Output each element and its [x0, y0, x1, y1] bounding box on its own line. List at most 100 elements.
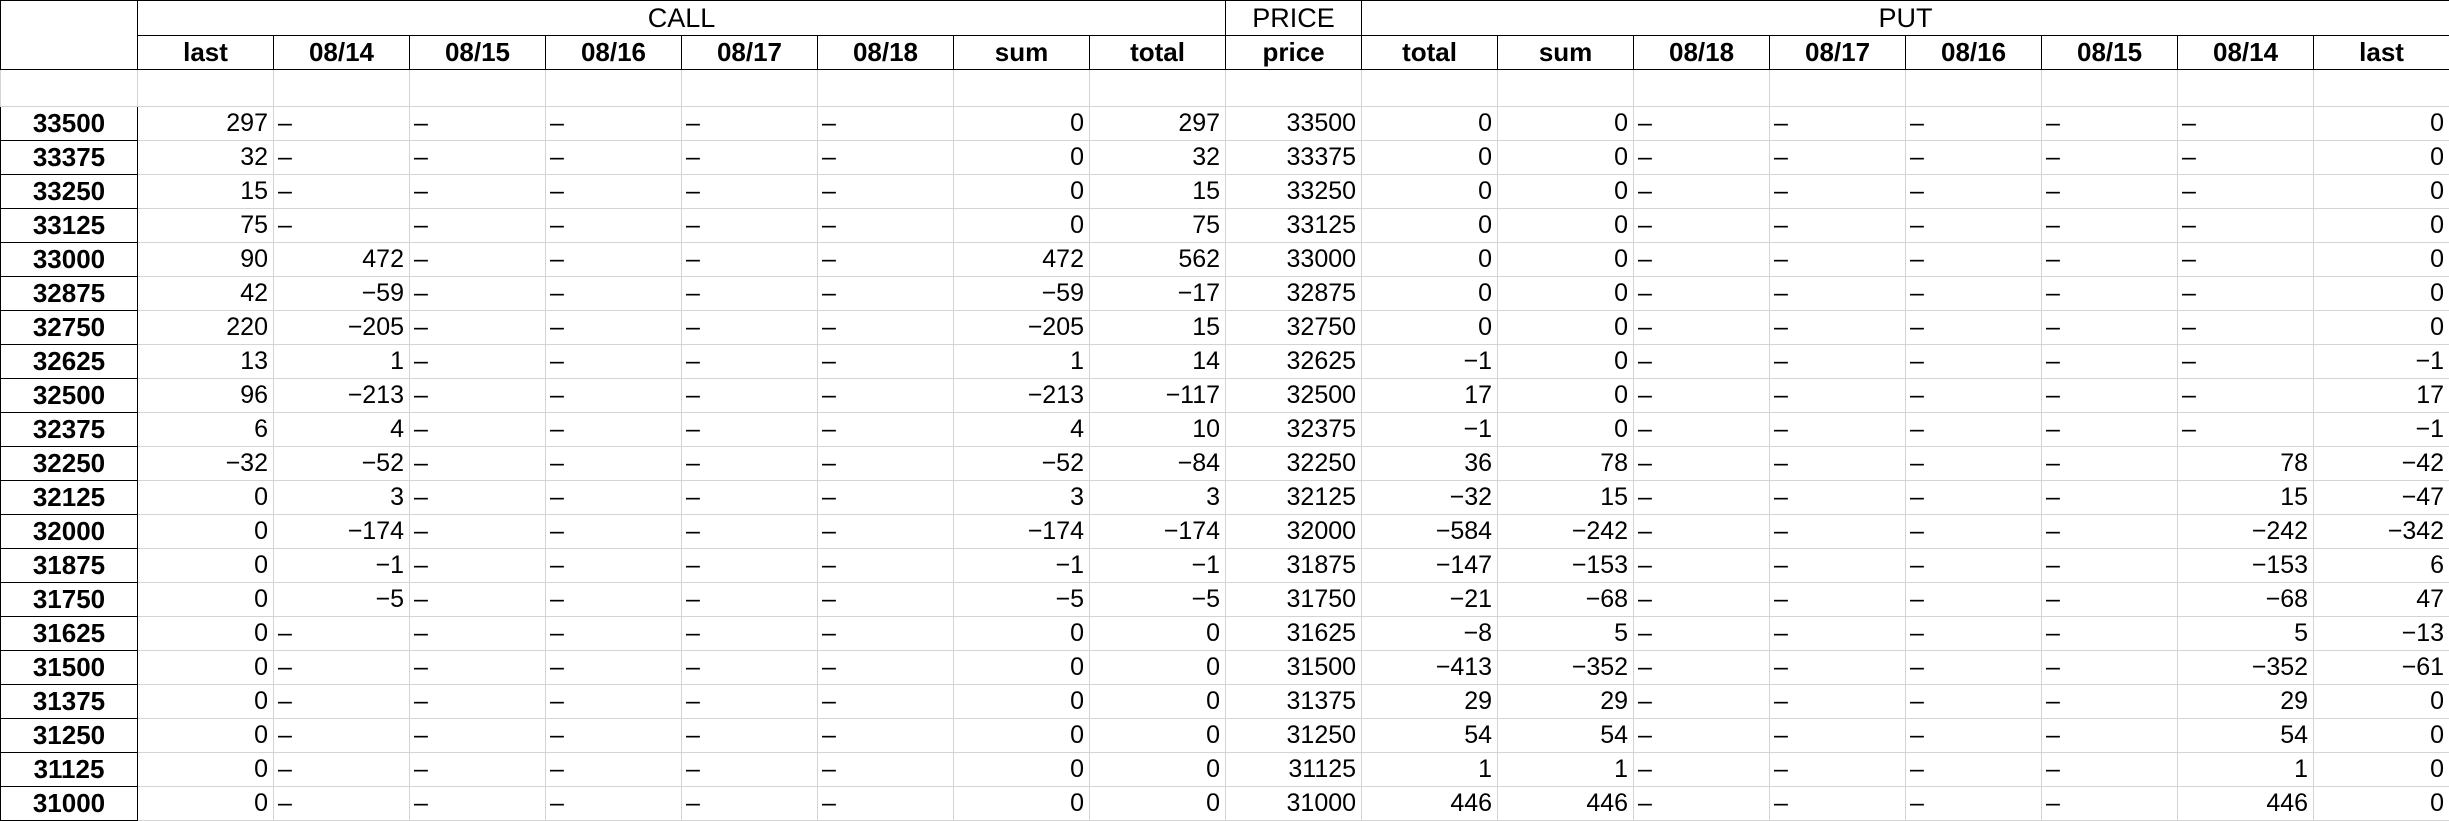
row-strike-label[interactable]: 33250: [1, 175, 138, 209]
put-cell[interactable]: –: [1770, 617, 1906, 651]
put-cell[interactable]: –: [2042, 719, 2178, 753]
call-cell[interactable]: 0: [138, 685, 274, 719]
put-cell[interactable]: −242: [2178, 515, 2314, 549]
put-cell[interactable]: –: [1770, 753, 1906, 787]
call-cell[interactable]: –: [546, 651, 682, 685]
put-cell[interactable]: −242: [1498, 515, 1634, 549]
call-cell[interactable]: −205: [274, 311, 410, 345]
row-strike-label[interactable]: 33000: [1, 243, 138, 277]
put-cell[interactable]: −32: [1362, 481, 1498, 515]
put-cell[interactable]: 36: [1362, 447, 1498, 481]
call-group-header[interactable]: CALL: [138, 1, 1226, 36]
row-strike-label[interactable]: 32875: [1, 277, 138, 311]
call-cell[interactable]: 0: [1090, 719, 1226, 753]
call-cell[interactable]: –: [546, 107, 682, 141]
call-cell[interactable]: −174: [274, 515, 410, 549]
put-cell[interactable]: –: [1906, 515, 2042, 549]
call-cell[interactable]: –: [818, 345, 954, 379]
call-cell[interactable]: 90: [138, 243, 274, 277]
put-cell[interactable]: 0: [2314, 311, 2449, 345]
put-cell[interactable]: 6: [2314, 549, 2449, 583]
call-cell[interactable]: 0: [138, 787, 274, 821]
call-cell[interactable]: −174: [1090, 515, 1226, 549]
put-cell[interactable]: −352: [2178, 651, 2314, 685]
put-cell[interactable]: –: [1906, 583, 2042, 617]
call-col-header[interactable]: 08/14: [274, 36, 410, 70]
call-cell[interactable]: 0: [138, 481, 274, 515]
put-cell[interactable]: 446: [1498, 787, 1634, 821]
call-cell[interactable]: –: [818, 719, 954, 753]
price-cell[interactable]: 33375: [1226, 141, 1362, 175]
put-cell[interactable]: 0: [1362, 277, 1498, 311]
call-cell[interactable]: −205: [954, 311, 1090, 345]
put-cell[interactable]: –: [1770, 515, 1906, 549]
put-cell[interactable]: –: [1770, 311, 1906, 345]
call-cell[interactable]: 10: [1090, 413, 1226, 447]
call-cell[interactable]: –: [410, 549, 546, 583]
put-cell[interactable]: 0: [2314, 209, 2449, 243]
put-cell[interactable]: −68: [2178, 583, 2314, 617]
put-cell[interactable]: 0: [1498, 141, 1634, 175]
price-cell[interactable]: 32000: [1226, 515, 1362, 549]
call-cell[interactable]: –: [818, 583, 954, 617]
call-cell[interactable]: –: [682, 787, 818, 821]
call-cell[interactable]: −5: [954, 583, 1090, 617]
call-cell[interactable]: 0: [1090, 787, 1226, 821]
call-cell[interactable]: –: [274, 719, 410, 753]
call-cell[interactable]: –: [546, 787, 682, 821]
call-cell[interactable]: 0: [1090, 753, 1226, 787]
call-cell[interactable]: 75: [138, 209, 274, 243]
put-cell[interactable]: −153: [1498, 549, 1634, 583]
call-cell[interactable]: 3: [1090, 481, 1226, 515]
put-cell[interactable]: –: [2042, 583, 2178, 617]
put-cell[interactable]: –: [1634, 515, 1770, 549]
price-group-header[interactable]: PRICE: [1226, 1, 1362, 36]
call-cell[interactable]: 0: [138, 719, 274, 753]
call-cell[interactable]: 0: [138, 617, 274, 651]
put-cell[interactable]: −147: [1362, 549, 1498, 583]
put-cell[interactable]: −1: [1362, 345, 1498, 379]
put-cell[interactable]: 29: [1498, 685, 1634, 719]
put-cell[interactable]: 0: [1498, 311, 1634, 345]
call-cell[interactable]: –: [682, 141, 818, 175]
put-cell[interactable]: 0: [1362, 311, 1498, 345]
put-cell[interactable]: –: [2042, 311, 2178, 345]
call-cell[interactable]: −52: [954, 447, 1090, 481]
row-strike-label[interactable]: 32000: [1, 515, 138, 549]
put-cell[interactable]: –: [1770, 413, 1906, 447]
call-cell[interactable]: −59: [954, 277, 1090, 311]
call-cell[interactable]: 4: [954, 413, 1090, 447]
call-cell[interactable]: –: [818, 447, 954, 481]
row-strike-label[interactable]: 32750: [1, 311, 138, 345]
call-cell[interactable]: –: [410, 719, 546, 753]
call-cell[interactable]: 0: [954, 617, 1090, 651]
put-cell[interactable]: –: [1906, 447, 2042, 481]
call-cell[interactable]: –: [274, 209, 410, 243]
put-cell[interactable]: –: [1634, 651, 1770, 685]
call-cell[interactable]: –: [818, 243, 954, 277]
put-cell[interactable]: –: [1906, 243, 2042, 277]
put-cell[interactable]: –: [1634, 277, 1770, 311]
call-cell[interactable]: –: [410, 107, 546, 141]
call-cell[interactable]: –: [410, 753, 546, 787]
put-cell[interactable]: 0: [1498, 209, 1634, 243]
put-cell[interactable]: –: [1906, 277, 2042, 311]
call-cell[interactable]: −117: [1090, 379, 1226, 413]
call-cell[interactable]: −174: [954, 515, 1090, 549]
price-cell[interactable]: 33125: [1226, 209, 1362, 243]
put-cell[interactable]: 446: [2178, 787, 2314, 821]
put-cell[interactable]: –: [2178, 345, 2314, 379]
put-cell[interactable]: –: [2042, 617, 2178, 651]
put-cell[interactable]: –: [2042, 141, 2178, 175]
put-col-header[interactable]: 08/16: [1906, 36, 2042, 70]
put-cell[interactable]: −68: [1498, 583, 1634, 617]
call-col-header[interactable]: 08/18: [818, 36, 954, 70]
call-cell[interactable]: 0: [954, 107, 1090, 141]
put-cell[interactable]: 5: [1498, 617, 1634, 651]
put-cell[interactable]: 0: [1362, 141, 1498, 175]
put-cell[interactable]: –: [1634, 175, 1770, 209]
price-cell[interactable]: 32875: [1226, 277, 1362, 311]
call-cell[interactable]: –: [682, 481, 818, 515]
put-cell[interactable]: 0: [1498, 345, 1634, 379]
call-cell[interactable]: –: [818, 787, 954, 821]
